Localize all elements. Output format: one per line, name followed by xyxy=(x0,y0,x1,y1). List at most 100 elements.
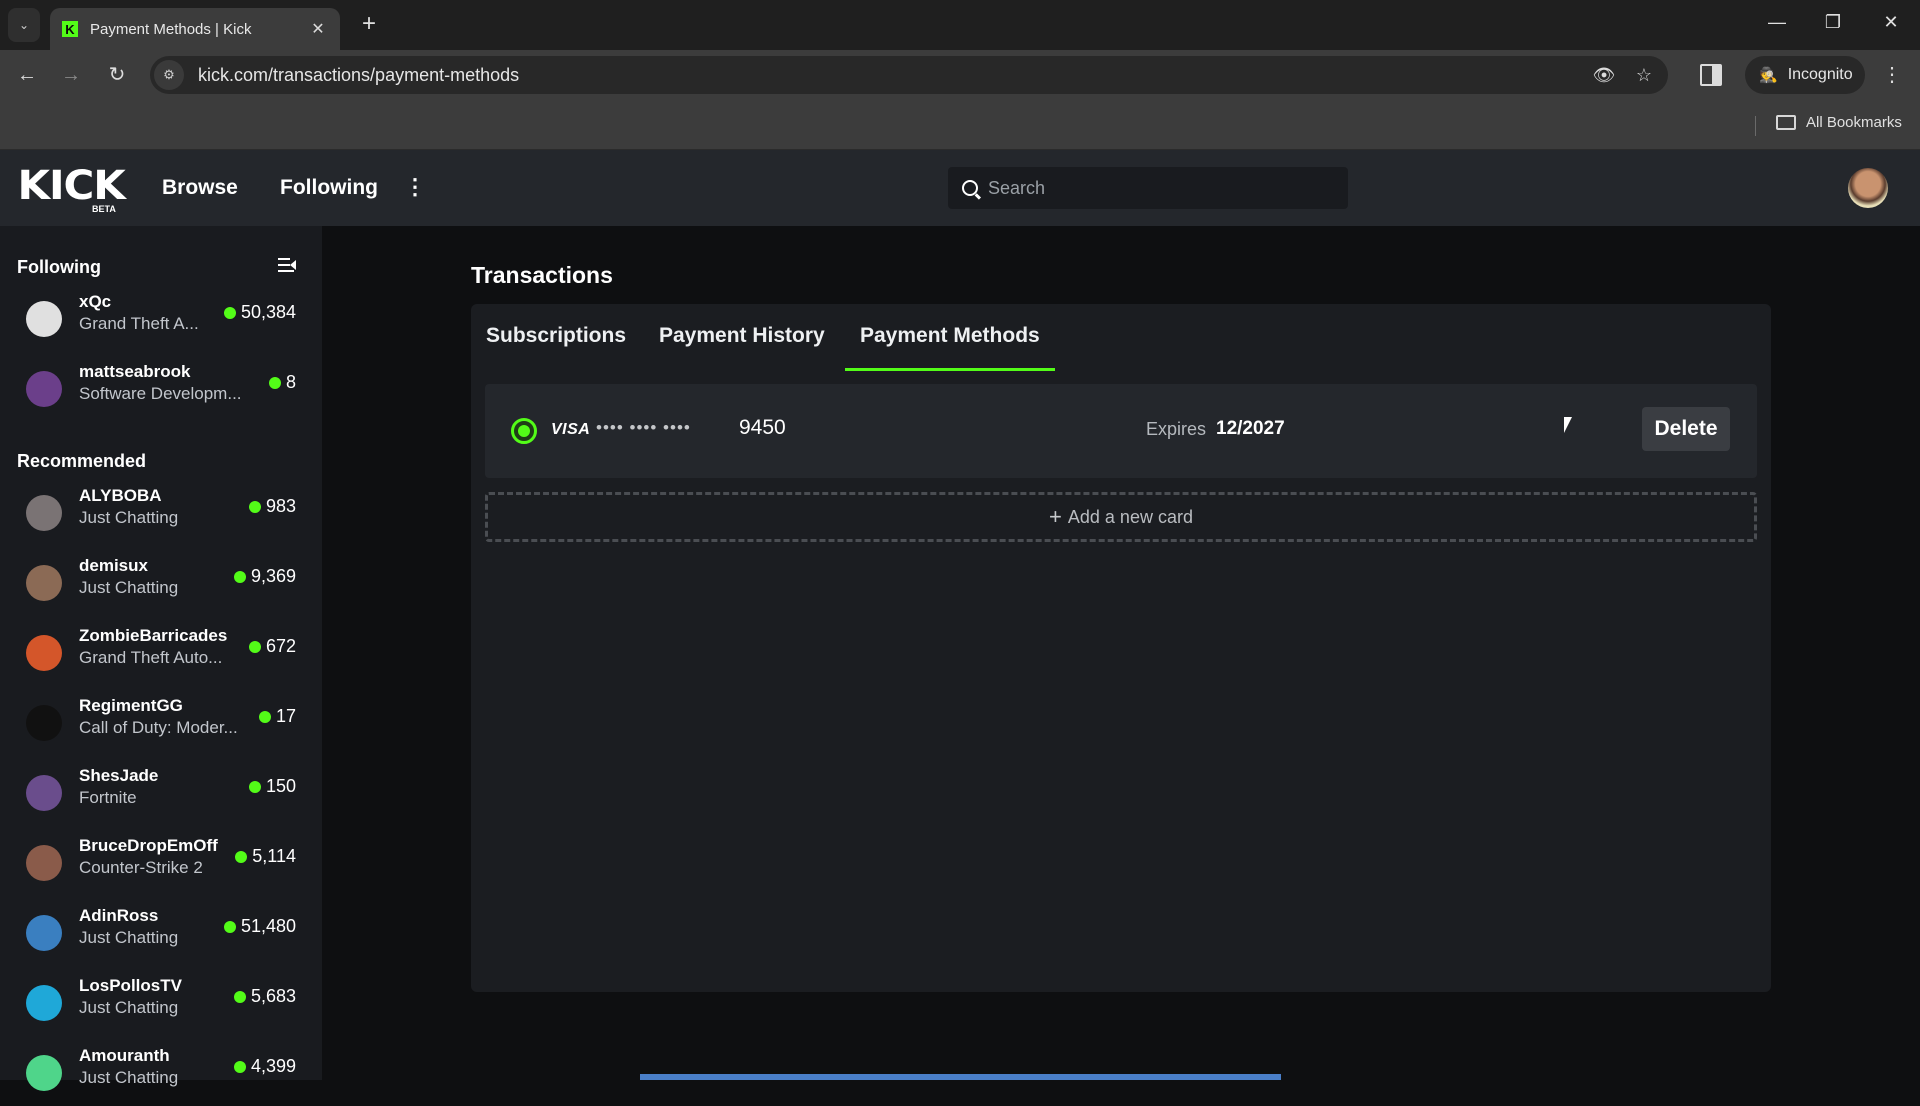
tab-payment-methods[interactable]: Payment Methods xyxy=(845,324,1055,371)
viewer-count: 50,384 xyxy=(223,302,296,323)
sidebar-channel-item[interactable]: ShesJade Fortnite 150 xyxy=(0,760,322,826)
viewer-count: 8 xyxy=(268,372,296,393)
sidebar-channel-item[interactable]: ALYBOBA Just Chatting 983 xyxy=(0,480,322,546)
incognito-icon: 🕵 xyxy=(1759,67,1778,84)
live-dot-icon xyxy=(258,710,271,723)
window-close-button[interactable]: ✕ xyxy=(1876,12,1906,36)
viewer-count: 5,114 xyxy=(235,846,296,867)
channel-name: mattseabrook xyxy=(79,362,191,381)
viewer-count: 17 xyxy=(258,706,296,727)
back-button[interactable]: ← xyxy=(12,60,42,90)
viewer-count: 9,369 xyxy=(233,566,296,587)
tab-search-button[interactable]: ⌄ xyxy=(8,8,40,42)
channel-name: AdinRoss xyxy=(79,906,159,925)
restore-button[interactable]: ❐ xyxy=(1818,12,1848,36)
user-avatar[interactable] xyxy=(1848,168,1888,208)
channel-avatar xyxy=(26,845,62,881)
sidebar: Following xQc Grand Theft A... 50,384 matts… xyxy=(0,226,322,1091)
channel-category: Software Developm... xyxy=(79,384,242,403)
channel-avatar xyxy=(26,705,62,741)
search-bar[interactable] xyxy=(948,167,1348,209)
forward-button[interactable]: → xyxy=(56,60,86,90)
more-menu-icon[interactable]: ⋮ xyxy=(404,174,426,200)
channel-category: Just Chatting xyxy=(79,998,179,1017)
sidebar-channel-item[interactable]: mattseabrook Software Developm... 8 xyxy=(0,356,322,422)
site-header: KICK BETA Browse Following ⋮ xyxy=(0,150,1920,226)
sidebar-channel-item[interactable]: ZombieBarricades Grand Theft Auto... 672 xyxy=(0,620,322,686)
following-heading: Following xyxy=(17,257,101,277)
channel-category: Just Chatting xyxy=(79,1068,179,1087)
delete-card-button[interactable]: Delete xyxy=(1642,407,1730,451)
live-dot-icon xyxy=(248,780,261,793)
side-panel-icon[interactable] xyxy=(1700,64,1722,86)
search-input[interactable] xyxy=(988,177,1328,199)
nav-browse[interactable]: Browse xyxy=(162,176,238,200)
channel-name: BruceDropEmOff xyxy=(79,836,218,855)
tab-subscriptions[interactable]: Subscriptions xyxy=(486,324,626,368)
viewer-count-value: 150 xyxy=(265,776,296,796)
chevron-down-icon: ⌄ xyxy=(18,18,30,32)
browser-toolbar: ← → ↻ ⚙ kick.com/transactions/payment-me… xyxy=(0,50,1920,100)
live-dot-icon xyxy=(248,500,261,513)
url-text[interactable]: kick.com/transactions/payment-methods xyxy=(198,65,1588,86)
viewer-count: 150 xyxy=(248,776,296,797)
beta-badge: BETA xyxy=(92,204,116,214)
channel-category: Just Chatting xyxy=(79,578,179,597)
channel-name: RegimentGG xyxy=(79,696,183,715)
search-icon xyxy=(962,180,978,196)
channel-avatar xyxy=(26,915,62,951)
viewer-count-value: 51,480 xyxy=(240,916,296,936)
channel-avatar xyxy=(26,495,62,531)
new-tab-button[interactable]: + xyxy=(356,12,382,38)
incognito-badge[interactable]: 🕵 Incognito xyxy=(1745,56,1865,94)
bookmarks-divider xyxy=(1755,116,1756,136)
horizontal-scrollbar[interactable] xyxy=(640,1074,1281,1080)
kick-logo[interactable]: KICK xyxy=(17,166,125,206)
viewer-count: 4,399 xyxy=(233,1056,296,1077)
bookmark-star-icon[interactable]: ☆ xyxy=(1628,65,1660,86)
add-new-card-button[interactable]: + Add a new card xyxy=(485,492,1757,542)
channel-avatar xyxy=(26,775,62,811)
collapse-sidebar-icon[interactable] xyxy=(278,258,296,272)
live-dot-icon xyxy=(233,570,246,583)
minimize-button[interactable]: — xyxy=(1762,12,1792,36)
visa-logo-icon: VISA xyxy=(551,421,591,438)
live-dot-icon xyxy=(233,990,246,1003)
transactions-panel: Subscriptions Payment History Payment Me… xyxy=(471,304,1771,992)
kick-favicon-icon: K xyxy=(62,21,78,37)
viewer-count-value: 9,369 xyxy=(250,566,296,586)
channel-name: ZombieBarricades xyxy=(79,626,228,645)
viewer-count: 51,480 xyxy=(223,916,296,937)
close-tab-icon[interactable]: ✕ xyxy=(308,19,328,39)
channel-avatar xyxy=(26,565,62,601)
plus-icon: + xyxy=(1049,504,1062,529)
card-select-radio[interactable] xyxy=(511,418,537,444)
card-number-masked: •••• •••• •••• xyxy=(596,418,691,437)
channel-name: xQc xyxy=(79,292,112,311)
channel-avatar xyxy=(26,1055,62,1091)
address-bar[interactable]: ⚙ kick.com/transactions/payment-methods … xyxy=(150,56,1668,94)
nav-following[interactable]: Following xyxy=(280,176,378,200)
site-info-icon[interactable]: ⚙ xyxy=(154,60,184,90)
sidebar-channel-item[interactable]: xQc Grand Theft A... 50,384 xyxy=(0,286,322,352)
recommended-heading: Recommended xyxy=(17,451,147,471)
sidebar-channel-item[interactable]: Amouranth Just Chatting 4,399 xyxy=(0,1040,322,1106)
tracking-protection-eye-off-icon[interactable]: 👁 xyxy=(1588,65,1620,86)
channel-category: Just Chatting xyxy=(79,508,179,527)
sidebar-channel-item[interactable]: RegimentGG Call of Duty: Moder... 17 xyxy=(0,690,322,756)
sidebar-channel-item[interactable]: BruceDropEmOff Counter-Strike 2 5,114 xyxy=(0,830,322,896)
tab-payment-history[interactable]: Payment History xyxy=(659,324,825,368)
all-bookmarks-button[interactable]: All Bookmarks xyxy=(1776,114,1902,131)
sidebar-channel-item[interactable]: AdinRoss Just Chatting 51,480 xyxy=(0,900,322,966)
viewer-count-value: 983 xyxy=(265,496,296,516)
incognito-label: Incognito xyxy=(1787,66,1853,83)
expires-label: Expires xyxy=(1146,419,1207,439)
sidebar-channel-item[interactable]: demisux Just Chatting 9,369 xyxy=(0,550,322,616)
viewer-count-value: 17 xyxy=(275,706,296,726)
browser-tab[interactable]: K Payment Methods | Kick ✕ xyxy=(50,8,340,50)
mouse-cursor-icon xyxy=(1564,417,1572,433)
sidebar-channel-item[interactable]: LosPollosTV Just Chatting 5,683 xyxy=(0,970,322,1036)
reload-button[interactable]: ↻ xyxy=(102,60,132,90)
browser-menu-icon[interactable]: ⋮ xyxy=(1882,62,1902,87)
live-dot-icon xyxy=(248,640,261,653)
